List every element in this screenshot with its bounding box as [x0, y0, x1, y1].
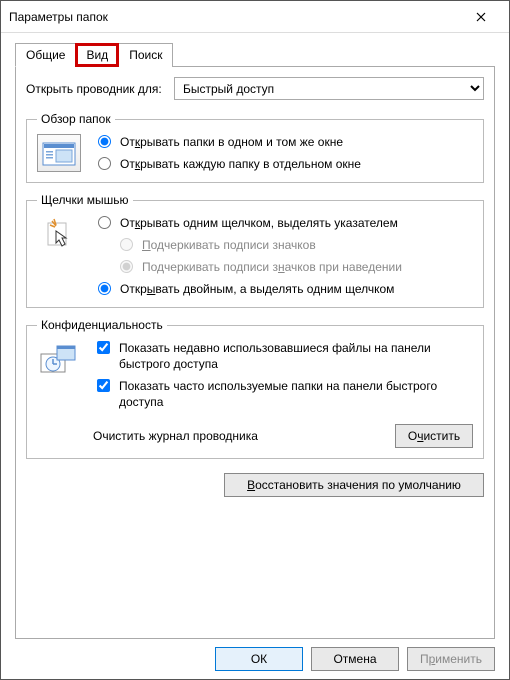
radio-underline-always: Подчеркивать подписи значков: [115, 237, 473, 253]
dialog-body: Общие Вид Поиск Открыть проводник для: Б…: [1, 33, 509, 679]
browse-folders-group: Обзор папок Открывать папки в одном и то…: [26, 112, 484, 183]
radio-underline-always-input: [120, 238, 133, 251]
click-items-legend: Щелчки мышью: [37, 193, 133, 207]
radio-separate-window-input[interactable]: [98, 157, 111, 170]
check-recent-files-input[interactable]: [97, 341, 110, 354]
cancel-button[interactable]: Отмена: [311, 647, 399, 671]
window-title: Параметры папок: [9, 10, 461, 24]
radio-same-window[interactable]: Открывать папки в одном и том же окне: [93, 134, 473, 150]
radio-single-click[interactable]: Открывать одним щелчком, выделять указат…: [93, 215, 473, 231]
radio-same-window-input[interactable]: [98, 135, 111, 148]
folder-options-window: Параметры папок Общие Вид Поиск Открыть …: [0, 0, 510, 680]
clear-button[interactable]: Очистить: [395, 424, 473, 448]
check-recent-files-label: Показать недавно использовавшиеся файлы …: [119, 340, 473, 372]
check-frequent-folders-input[interactable]: [97, 379, 110, 392]
radio-double-click-input[interactable]: [98, 282, 111, 295]
open-explorer-dropdown[interactable]: Быстрый доступ: [174, 77, 484, 100]
privacy-icon: [37, 340, 81, 380]
radio-underline-hover-input: [120, 260, 133, 273]
tab-panel-general: Открыть проводник для: Быстрый доступ Об…: [15, 66, 495, 639]
close-icon: [476, 12, 486, 22]
open-explorer-label: Открыть проводник для:: [26, 82, 166, 96]
tab-general[interactable]: Общие: [15, 43, 76, 67]
tab-strip: Общие Вид Поиск: [15, 43, 495, 67]
radio-underline-always-label: Подчеркивать подписи значков: [142, 237, 316, 253]
browse-folders-legend: Обзор папок: [37, 112, 115, 126]
click-items-group: Щелчки мышью Открывать одним щелчком, вы…: [26, 193, 484, 308]
radio-separate-window[interactable]: Открывать каждую папку в отдельном окне: [93, 156, 473, 172]
tab-view[interactable]: Вид: [75, 43, 119, 67]
titlebar: Параметры папок: [1, 1, 509, 33]
radio-single-click-input[interactable]: [98, 216, 111, 229]
dialog-footer: ОК Отмена Применить: [15, 639, 495, 673]
radio-same-window-label: Открывать папки в одном и том же окне: [120, 134, 343, 150]
check-frequent-folders-label: Показать часто используемые папки на пан…: [119, 378, 473, 410]
privacy-group: Конфиденциальность Показать недавно испо…: [26, 318, 484, 459]
radio-single-click-label: Открывать одним щелчком, выделять указат…: [120, 215, 398, 231]
close-button[interactable]: [461, 3, 501, 31]
radio-separate-window-label: Открывать каждую папку в отдельном окне: [120, 156, 361, 172]
browse-folders-icon: [37, 134, 81, 172]
open-explorer-row: Открыть проводник для: Быстрый доступ: [26, 77, 484, 100]
restore-defaults-button[interactable]: Восстановить значения по умолчанию: [224, 473, 484, 497]
check-frequent-folders[interactable]: Показать часто используемые папки на пан…: [93, 378, 473, 410]
clear-history-label: Очистить журнал проводника: [93, 429, 258, 443]
click-items-icon: [37, 215, 81, 253]
radio-double-click-label: Открывать двойным, а выделять одним щелч…: [120, 281, 394, 297]
check-recent-files[interactable]: Показать недавно использовавшиеся файлы …: [93, 340, 473, 372]
radio-underline-hover-label: Подчеркивать подписи значков при наведен…: [142, 259, 402, 275]
apply-button: Применить: [407, 647, 495, 671]
privacy-legend: Конфиденциальность: [37, 318, 167, 332]
radio-underline-hover: Подчеркивать подписи значков при наведен…: [115, 259, 473, 275]
radio-double-click[interactable]: Открывать двойным, а выделять одним щелч…: [93, 281, 473, 297]
ok-button[interactable]: ОК: [215, 647, 303, 671]
tab-search[interactable]: Поиск: [118, 43, 173, 67]
